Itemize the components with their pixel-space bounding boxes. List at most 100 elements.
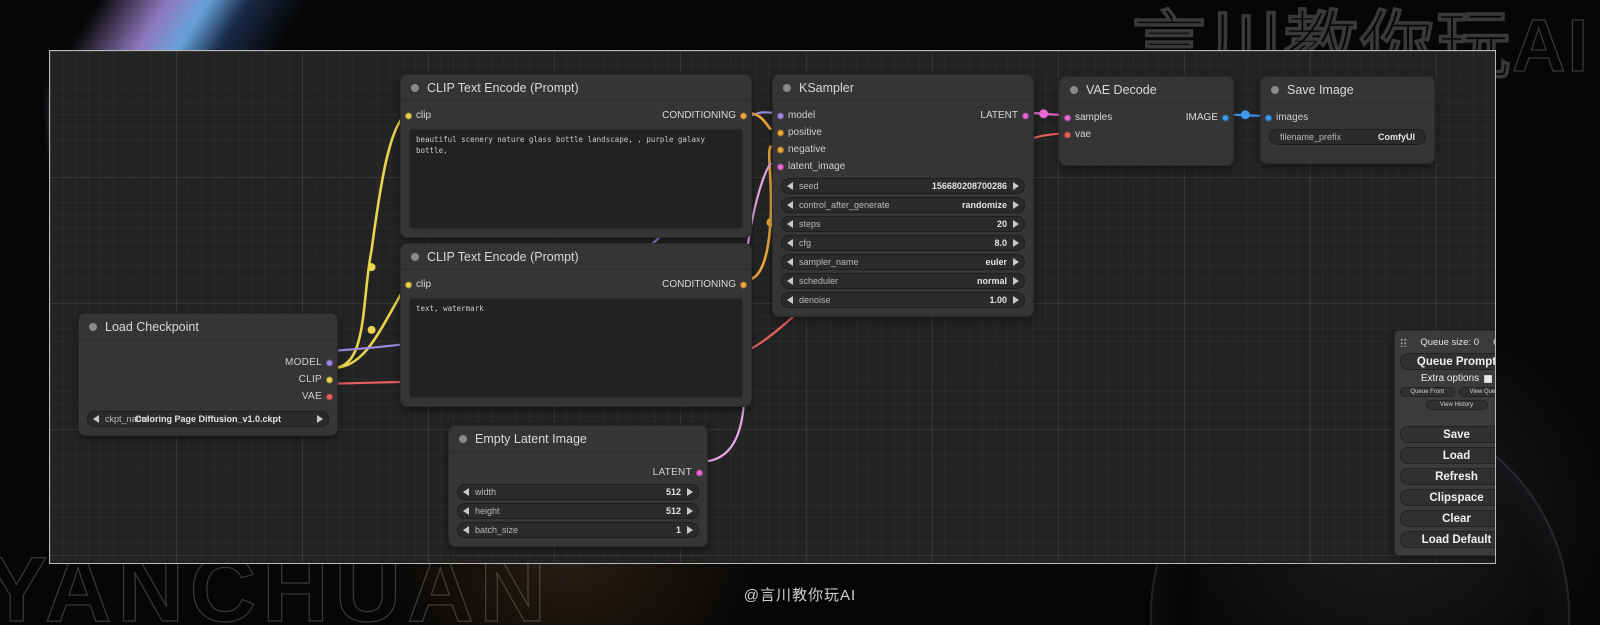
extra-options-checkbox[interactable]: [1484, 374, 1493, 383]
increment-arrow-icon[interactable]: [687, 526, 693, 534]
view-queue-button[interactable]: View Queue: [1458, 387, 1495, 397]
menu-header[interactable]: Queue size: 0 ⚙ ✕: [1400, 335, 1495, 349]
decrement-arrow-icon[interactable]: [463, 526, 469, 534]
collapse-dot-icon[interactable]: [411, 252, 419, 261]
increment-arrow-icon[interactable]: [1013, 182, 1019, 190]
slot-row: negative: [773, 141, 1033, 158]
widget-value: randomize: [961, 200, 1007, 210]
increment-arrow-icon[interactable]: [687, 488, 693, 496]
port-images-input[interactable]: [1265, 114, 1272, 121]
node-save-image[interactable]: Save Image images filename_prefix ComfyU…: [1260, 76, 1435, 164]
collapse-dot-icon[interactable]: [459, 434, 467, 443]
comfyui-graph-canvas[interactable]: CLIP Text Encode (Prompt) clip CONDITION…: [49, 50, 1496, 564]
widget-filename-prefix[interactable]: filename_prefix ComfyUI: [1269, 129, 1426, 145]
port-clip-input[interactable]: [405, 112, 412, 119]
decrement-arrow-icon[interactable]: [787, 296, 793, 304]
collapse-dot-icon[interactable]: [1070, 85, 1078, 94]
widget-seed[interactable]: seed 156680208700286: [781, 178, 1025, 194]
collapse-dot-icon[interactable]: [783, 83, 791, 92]
view-history-button[interactable]: View History: [1425, 400, 1488, 410]
gear-icon[interactable]: ⚙: [1492, 337, 1495, 347]
queue-prompt-button[interactable]: Queue Prompt: [1400, 353, 1495, 370]
refresh-button[interactable]: Refresh: [1400, 468, 1495, 485]
node-title-bar[interactable]: CLIP Text Encode (Prompt): [401, 75, 751, 101]
widget-width[interactable]: width 512: [457, 484, 699, 500]
decrement-arrow-icon[interactable]: [787, 277, 793, 285]
port-samples-input[interactable]: [1064, 114, 1071, 121]
increment-arrow-icon[interactable]: [687, 507, 693, 515]
widget-value: 512: [665, 506, 681, 516]
load-default-button[interactable]: Load Default: [1400, 531, 1495, 548]
load-button[interactable]: Load: [1400, 447, 1495, 464]
widget-denoise[interactable]: denoise 1.00: [781, 292, 1025, 308]
prompt-textarea-negative[interactable]: text, watermark: [409, 298, 743, 398]
node-vae-decode[interactable]: VAE Decode samples IMAGE vae: [1059, 76, 1234, 166]
port-positive-input[interactable]: [777, 129, 784, 136]
port-model-input[interactable]: [777, 112, 784, 119]
collapse-dot-icon[interactable]: [1271, 85, 1279, 94]
node-title-bar[interactable]: Load Checkpoint: [79, 314, 337, 340]
port-conditioning-output[interactable]: [740, 112, 747, 119]
port-vae-input[interactable]: [1064, 131, 1071, 138]
node-title-text: Save Image: [1287, 82, 1354, 97]
collapse-dot-icon[interactable]: [89, 322, 97, 331]
widget-label: denoise: [799, 295, 831, 305]
increment-arrow-icon[interactable]: [1013, 220, 1019, 228]
node-title-bar[interactable]: Save Image: [1261, 77, 1434, 103]
node-clip-text-encode-positive[interactable]: CLIP Text Encode (Prompt) clip CONDITION…: [400, 74, 752, 238]
port-latent-image-input[interactable]: [777, 163, 784, 170]
node-load-checkpoint[interactable]: Load Checkpoint MODEL CLIP VAE ckpt_name…: [78, 313, 338, 436]
decrement-arrow-icon[interactable]: [787, 258, 793, 266]
port-negative-input[interactable]: [777, 146, 784, 153]
port-conditioning-output[interactable]: [740, 281, 747, 288]
save-button[interactable]: Save: [1400, 426, 1495, 443]
port-clip-output[interactable]: [326, 376, 333, 383]
widget-sampler-name[interactable]: sampler_name euler: [781, 254, 1025, 270]
clipspace-button[interactable]: Clipspace: [1400, 489, 1495, 506]
port-vae-output[interactable]: [326, 393, 333, 400]
port-latent-output[interactable]: [696, 469, 703, 476]
decrement-arrow-icon[interactable]: [463, 507, 469, 515]
increment-arrow-icon[interactable]: [1013, 277, 1019, 285]
extra-options-row[interactable]: Extra options: [1400, 373, 1495, 384]
collapse-dot-icon[interactable]: [411, 83, 419, 92]
widget-ckpt-name[interactable]: ckpt_name Coloring Page Diffusion_v1.0.c…: [87, 411, 329, 427]
widget-height[interactable]: height 512: [457, 503, 699, 519]
widget-scheduler[interactable]: scheduler normal: [781, 273, 1025, 289]
widget-steps[interactable]: steps 20: [781, 216, 1025, 232]
port-image-output[interactable]: [1222, 114, 1229, 121]
increment-arrow-icon[interactable]: [1013, 201, 1019, 209]
decrement-arrow-icon[interactable]: [787, 201, 793, 209]
widget-cfg[interactable]: cfg 8.0: [781, 235, 1025, 251]
port-latent-output[interactable]: [1022, 112, 1029, 119]
increment-arrow-icon[interactable]: [1013, 296, 1019, 304]
increment-arrow-icon[interactable]: [317, 415, 323, 423]
widget-batch-size[interactable]: batch_size 1: [457, 522, 699, 538]
node-body: model LATENT positive negative latent_im…: [773, 101, 1033, 316]
node-title-bar[interactable]: Empty Latent Image: [449, 426, 707, 452]
node-title-bar[interactable]: CLIP Text Encode (Prompt): [401, 244, 751, 270]
clear-button[interactable]: Clear: [1400, 510, 1495, 527]
decrement-arrow-icon[interactable]: [787, 220, 793, 228]
increment-arrow-icon[interactable]: [1013, 258, 1019, 266]
port-model-output[interactable]: [326, 359, 333, 366]
node-empty-latent-image[interactable]: Empty Latent Image LATENT width 512 heig…: [448, 425, 708, 547]
node-body: clip CONDITIONING beautiful scenery natu…: [401, 101, 751, 237]
prompt-textarea-positive[interactable]: beautiful scenery nature glass bottle la…: [409, 129, 743, 229]
slot-row: MODEL: [79, 354, 337, 371]
comfy-menu-panel[interactable]: Queue size: 0 ⚙ ✕ Queue Prompt Extra opt…: [1394, 330, 1495, 556]
increment-arrow-icon[interactable]: [1013, 239, 1019, 247]
widget-control-after-generate[interactable]: control_after_generate randomize: [781, 197, 1025, 213]
drag-handle-icon[interactable]: [1400, 337, 1407, 347]
node-title-bar[interactable]: VAE Decode: [1060, 77, 1233, 103]
node-title-bar[interactable]: KSampler: [773, 75, 1033, 101]
queue-front-button[interactable]: Queue Front: [1400, 387, 1455, 397]
widget-value: 20: [996, 219, 1007, 229]
decrement-arrow-icon[interactable]: [787, 182, 793, 190]
decrement-arrow-icon[interactable]: [463, 488, 469, 496]
port-clip-input[interactable]: [405, 281, 412, 288]
node-clip-text-encode-negative[interactable]: CLIP Text Encode (Prompt) clip CONDITION…: [400, 243, 752, 407]
node-title-text: VAE Decode: [1086, 82, 1157, 97]
node-ksampler[interactable]: KSampler model LATENT positive negative: [772, 74, 1034, 317]
decrement-arrow-icon[interactable]: [787, 239, 793, 247]
